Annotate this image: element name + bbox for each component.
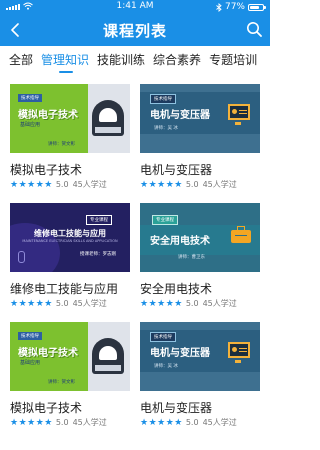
monitor-illustration: [228, 104, 250, 120]
plug-illustration: [18, 251, 25, 263]
rating-score: 5.0: [185, 299, 199, 308]
search-icon: [247, 22, 262, 37]
course-card[interactable]: 专业课程 维修电工技能与应用 MAINTENANCE ELECTRICIAN S…: [10, 203, 130, 313]
device-illustration: [92, 338, 124, 374]
thumb-lecturer: 授课老师：罗志刚: [80, 252, 116, 257]
course-thumbnail: 专业课程 安全用电技术 讲师：曹卫东: [140, 203, 260, 272]
app-header: 1:41 AM 77% 课程列表: [0, 0, 270, 46]
course-card[interactable]: 技术指导 模拟电子技术 基础应用 讲师：贺文彰 模拟电子技术 ★★★★★ 5.0…: [10, 322, 130, 432]
course-title: 电机与变压器: [140, 163, 213, 177]
course-thumbnail: 技术指导 电机与变压器 讲师：吴 冰: [140, 84, 260, 153]
thumb-subtitle: 基础应用: [20, 122, 41, 128]
rating-score: 5.0: [185, 418, 199, 427]
battery-icon: [248, 3, 266, 11]
tab-special-training[interactable]: 专题培训: [205, 46, 261, 76]
thumb-tag: 专业课程: [152, 215, 178, 225]
course-rating: ★★★★★ 5.0 45人学过: [10, 179, 107, 190]
learner-count: 45人学过: [202, 299, 237, 308]
course-title: 电机与变压器: [140, 401, 213, 415]
search-button[interactable]: [244, 19, 264, 39]
learner-count: 45人学过: [72, 299, 107, 308]
course-thumbnail: 专业课程 维修电工技能与应用 MAINTENANCE ELECTRICIAN S…: [10, 203, 130, 272]
thumb-subtitle: 基础应用: [20, 360, 41, 366]
course-card[interactable]: 技术指导 模拟电子技术 基础应用 讲师：贺文彰 模拟电子技术 ★★★★★ 5.0…: [10, 84, 130, 194]
category-tabs: 全部 管理知识 技能训练 综合素养 专题培训: [0, 46, 270, 76]
status-bar: 1:41 AM 77%: [0, 0, 270, 14]
thumb-english-subtitle: MAINTENANCE ELECTRICIAN SKILLS AND APPLI…: [22, 239, 118, 243]
tab-literacy[interactable]: 综合素养: [149, 46, 205, 76]
star-rating-icon: ★★★★★: [10, 298, 53, 309]
learner-count: 45人学过: [202, 180, 237, 189]
course-title: 模拟电子技术: [10, 163, 83, 177]
star-rating-icon: ★★★★★: [140, 417, 183, 428]
thumb-heading: 安全用电技术: [150, 236, 210, 247]
rating-score: 5.0: [185, 180, 199, 189]
course-rating: ★★★★★ 5.0 45人学过: [140, 298, 237, 309]
device-illustration: [92, 100, 124, 136]
course-rating: ★★★★★ 5.0 45人学过: [140, 417, 237, 428]
tab-all[interactable]: 全部: [0, 46, 37, 76]
battery-percent: 77%: [224, 2, 245, 12]
thumb-lecturer: 讲师：曹卫东: [178, 255, 205, 260]
thumb-lecturer: 讲师：贺文彰: [48, 380, 75, 385]
star-rating-icon: ★★★★★: [140, 179, 183, 190]
thumb-heading: 维修电工技能与应用: [34, 229, 106, 238]
thumb-lecturer: 讲师：吴 冰: [154, 364, 178, 369]
course-card[interactable]: 技术指导 电机与变压器 讲师：吴 冰 电机与变压器 ★★★★★ 5.0 45人学…: [140, 84, 260, 194]
tab-management[interactable]: 管理知识: [37, 46, 93, 76]
learner-count: 45人学过: [72, 180, 107, 189]
thumb-heading: 电机与变压器: [150, 110, 210, 121]
star-rating-icon: ★★★★★: [140, 298, 183, 309]
course-rating: ★★★★★ 5.0 45人学过: [140, 179, 237, 190]
course-card[interactable]: 技术指导 电机与变压器 讲师：吴 冰 电机与变压器 ★★★★★ 5.0 45人学…: [140, 322, 260, 432]
page-title: 课程列表: [102, 22, 167, 40]
thumb-tag: 技术指导: [150, 94, 176, 104]
course-title: 维修电工技能与应用: [10, 282, 119, 296]
course-rating: ★★★★★ 5.0 45人学过: [10, 298, 107, 309]
thumb-tag: 专业课程: [86, 215, 112, 225]
star-rating-icon: ★★★★★: [10, 179, 53, 190]
monitor-illustration: [228, 342, 250, 358]
thumb-lecturer: 讲师：贺文彰: [48, 142, 75, 147]
thumb-heading: 模拟电子技术: [18, 348, 78, 359]
learner-count: 45人学过: [202, 418, 237, 427]
course-rating: ★★★★★ 5.0 45人学过: [10, 417, 107, 428]
course-thumbnail: 技术指导 模拟电子技术 基础应用 讲师：贺文彰: [10, 322, 130, 391]
thumb-tag: 技术指导: [150, 332, 176, 342]
thumb-tag: 技术指导: [18, 94, 42, 102]
rating-score: 5.0: [55, 418, 69, 427]
status-right: 77%: [216, 2, 266, 12]
rating-score: 5.0: [55, 299, 69, 308]
thumb-heading: 电机与变压器: [150, 348, 210, 359]
bluetooth-icon: [216, 2, 222, 12]
course-title: 安全用电技术: [140, 282, 213, 296]
rating-score: 5.0: [55, 180, 69, 189]
thumb-heading: 模拟电子技术: [18, 110, 78, 121]
thumb-tag: 技术指导: [18, 332, 42, 340]
learner-count: 45人学过: [72, 418, 107, 427]
course-title: 模拟电子技术: [10, 401, 83, 415]
course-card[interactable]: 专业课程 安全用电技术 讲师：曹卫东 安全用电技术 ★★★★★ 5.0 45人学…: [140, 203, 260, 313]
tab-skills[interactable]: 技能训练: [93, 46, 149, 76]
star-rating-icon: ★★★★★: [10, 417, 53, 428]
course-thumbnail: 技术指导 模拟电子技术 基础应用 讲师：贺文彰: [10, 84, 130, 153]
thumb-lecturer: 讲师：吴 冰: [154, 126, 178, 131]
toolbox-illustration: [231, 226, 251, 243]
course-thumbnail: 技术指导 电机与变压器 讲师：吴 冰: [140, 322, 260, 391]
